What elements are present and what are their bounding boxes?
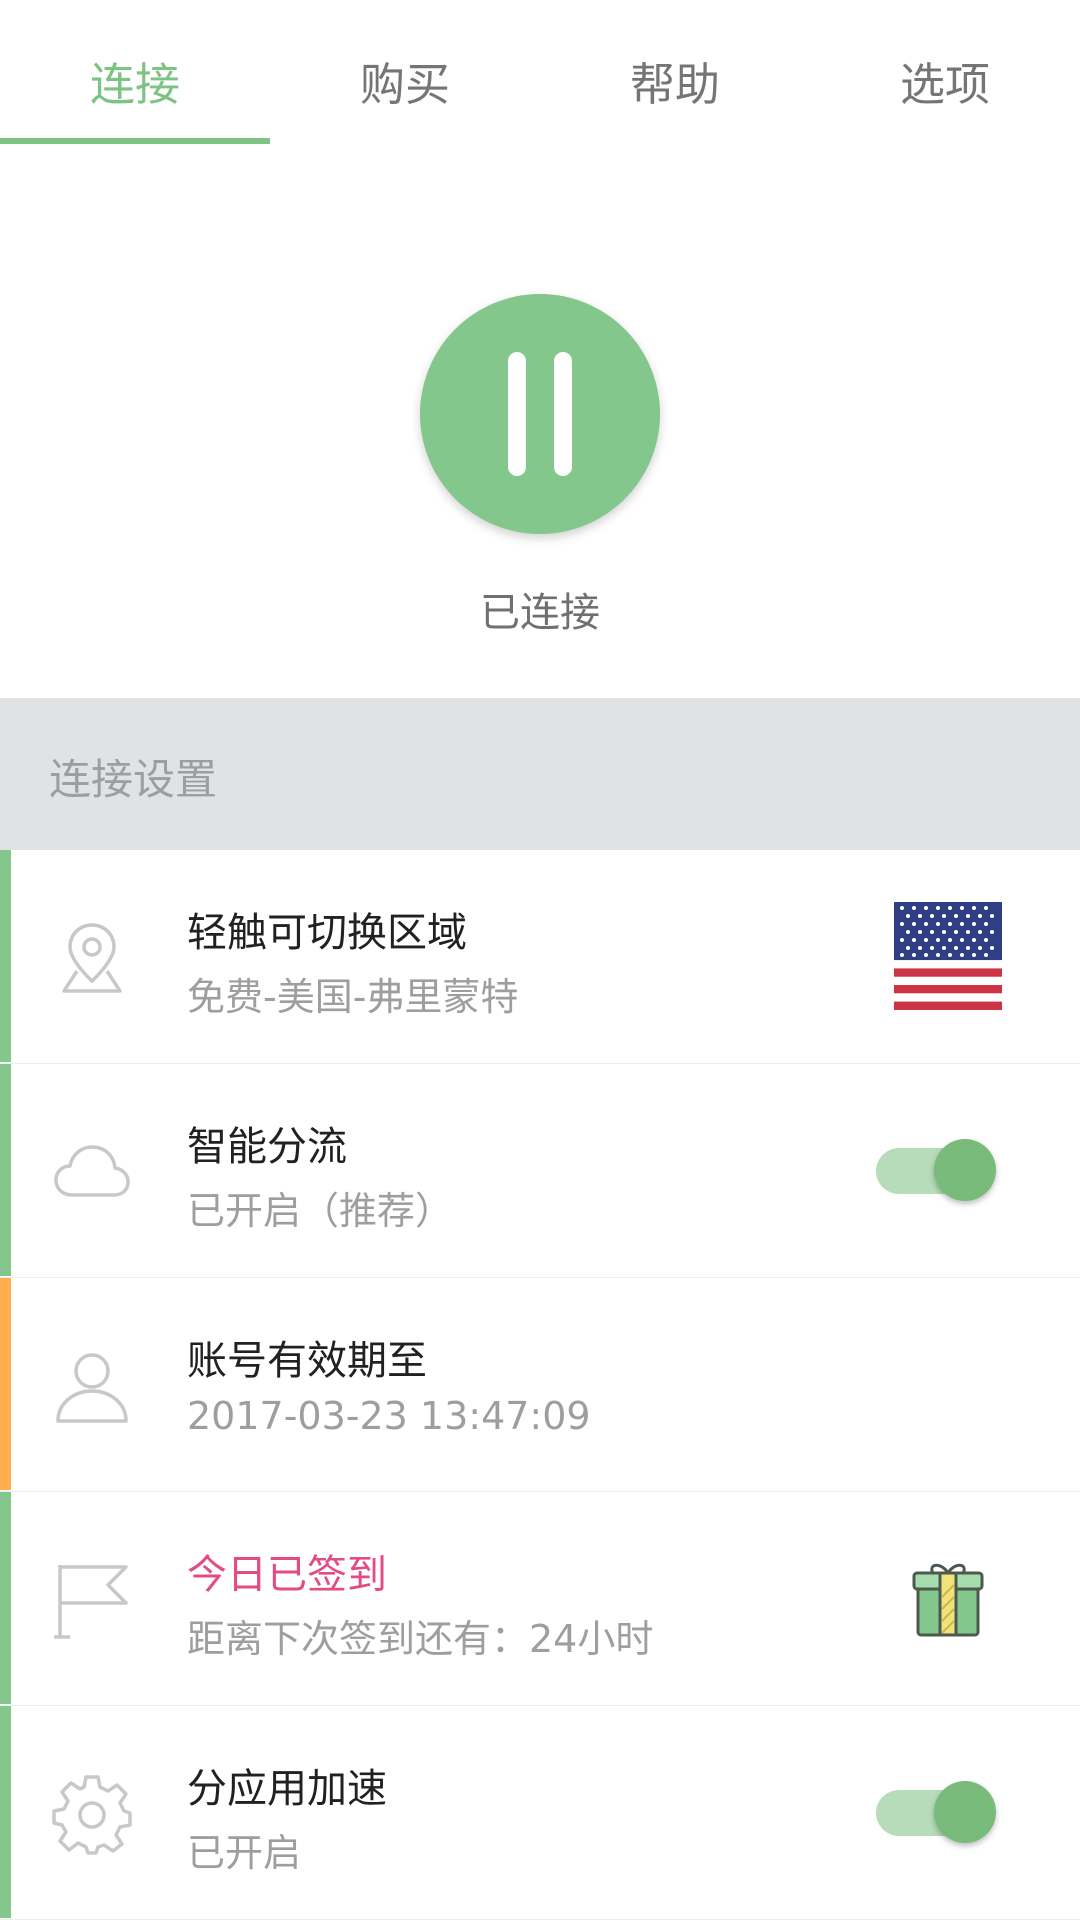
- smart-routing-subtitle: 已开启（推荐）: [187, 1189, 454, 1233]
- per-app-acceleration-toggle[interactable]: [876, 1778, 1000, 1844]
- smart-routing-toggle[interactable]: [876, 1136, 1000, 1202]
- toggle-knob: [934, 1781, 996, 1843]
- account-expiry-row[interactable]: 账号有效期至 2017-03-23 13:47:09: [0, 1278, 1080, 1492]
- location-pin-icon: [62, 923, 122, 993]
- smart-routing-row[interactable]: 智能分流 已开启（推荐）: [0, 1064, 1080, 1278]
- checkin-subtitle: 距离下次签到还有：24小时: [187, 1617, 654, 1661]
- connect-toggle-button[interactable]: [420, 294, 660, 534]
- tab-options[interactable]: 选项: [810, 0, 1080, 146]
- per-app-acceleration-row[interactable]: 分应用加速 已开启: [0, 1706, 1080, 1920]
- tab-help[interactable]: 帮助: [540, 0, 810, 146]
- cloud-icon: [54, 1145, 130, 1197]
- account-expiry-date: 2017-03-23 13:47:09: [187, 1394, 591, 1438]
- connection-status: 已连接: [480, 590, 600, 636]
- row-accent-stripe: [0, 1064, 11, 1276]
- gift-icon[interactable]: [906, 1557, 990, 1641]
- region-title: 轻触可切换区域: [187, 910, 467, 956]
- region-row[interactable]: 轻触可切换区域 免费-美国-弗里蒙特: [0, 850, 1080, 1064]
- flag-icon: [54, 1565, 128, 1639]
- account-expiry-title: 账号有效期至: [187, 1338, 427, 1384]
- smart-routing-title: 智能分流: [187, 1124, 347, 1170]
- per-app-acceleration-title: 分应用加速: [187, 1766, 387, 1812]
- row-accent-stripe: [0, 1492, 11, 1704]
- region-subtitle: 免费-美国-弗里蒙特: [187, 975, 519, 1019]
- tab-bar: 连接 购买 帮助 选项: [0, 0, 1080, 146]
- tab-purchase[interactable]: 购买: [270, 0, 540, 146]
- gear-icon: [52, 1775, 132, 1855]
- user-icon: [56, 1353, 128, 1423]
- per-app-acceleration-subtitle: 已开启: [187, 1831, 302, 1875]
- tab-connect[interactable]: 连接: [0, 0, 270, 146]
- checkin-row[interactable]: 今日已签到 距离下次签到还有：24小时: [0, 1492, 1080, 1706]
- row-accent-stripe: [0, 1706, 11, 1918]
- settings-list: 轻触可切换区域 免费-美国-弗里蒙特 智能分流 已开启（推荐） 账号有效期至 2…: [0, 850, 1080, 1920]
- checkin-title: 今日已签到: [187, 1552, 387, 1598]
- section-header-connection-settings: 连接设置: [0, 698, 1080, 850]
- pause-icon-bar: [554, 352, 572, 476]
- active-tab-indicator: [0, 138, 270, 144]
- row-accent-stripe: [0, 850, 11, 1062]
- us-flag-icon[interactable]: [894, 902, 1002, 1010]
- toggle-knob: [934, 1139, 996, 1201]
- row-accent-stripe: [0, 1278, 11, 1490]
- pause-icon: [508, 352, 526, 476]
